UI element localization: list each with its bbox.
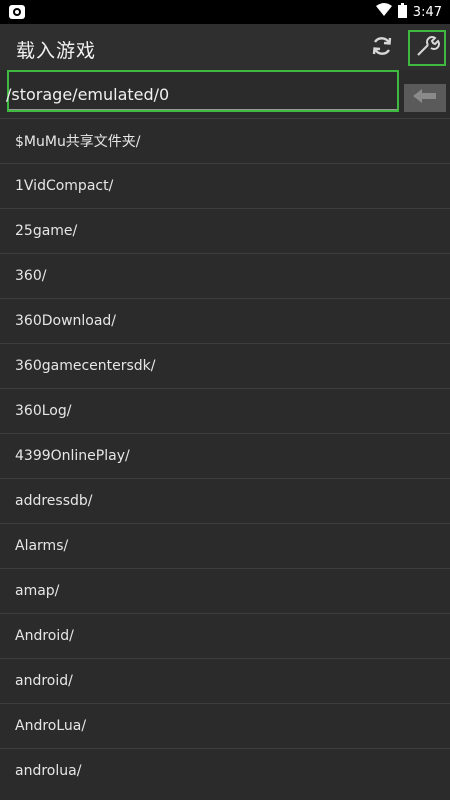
- wrench-icon: [414, 33, 440, 63]
- screenshot-icon: [8, 3, 26, 21]
- list-item[interactable]: AndroLua/: [0, 703, 450, 748]
- list-item[interactable]: 4399OnlinePlay/: [0, 433, 450, 478]
- back-arrow-icon: [412, 88, 438, 108]
- list-item[interactable]: $MuMu共享文件夹/: [0, 118, 450, 163]
- page-title: 载入游戏: [16, 40, 97, 62]
- list-item[interactable]: 360Log/: [0, 388, 450, 433]
- list-item[interactable]: amap/: [0, 568, 450, 613]
- app-bar: 载入游戏: [0, 24, 450, 70]
- list-item[interactable]: 360/: [0, 253, 450, 298]
- status-bar: 3:47: [0, 0, 450, 24]
- refresh-button[interactable]: [366, 32, 398, 64]
- path-text: /storage/emulated/0: [6, 85, 170, 104]
- path-input[interactable]: /storage/emulated/0: [6, 70, 399, 112]
- list-item[interactable]: 360Download/: [0, 298, 450, 343]
- list-item[interactable]: 1VidCompact/: [0, 163, 450, 208]
- battery-icon: [397, 2, 407, 22]
- list-item[interactable]: 25game/: [0, 208, 450, 253]
- refresh-icon: [370, 34, 394, 62]
- list-item[interactable]: addressdb/: [0, 478, 450, 523]
- settings-button[interactable]: [408, 30, 446, 66]
- list-item[interactable]: Android/: [0, 613, 450, 658]
- list-item[interactable]: 360gamecentersdk/: [0, 343, 450, 388]
- status-time: 3:47: [412, 4, 442, 20]
- list-item[interactable]: androlua/: [0, 748, 450, 793]
- list-item[interactable]: Alarms/: [0, 523, 450, 568]
- path-underline: [9, 109, 397, 110]
- wifi-icon: [375, 3, 392, 21]
- back-button[interactable]: [404, 84, 446, 112]
- list-item[interactable]: android/: [0, 658, 450, 703]
- file-list: $MuMu共享文件夹/ 1VidCompact/ 25game/ 360/ 36…: [0, 118, 450, 793]
- path-bar: /storage/emulated/0: [0, 70, 450, 120]
